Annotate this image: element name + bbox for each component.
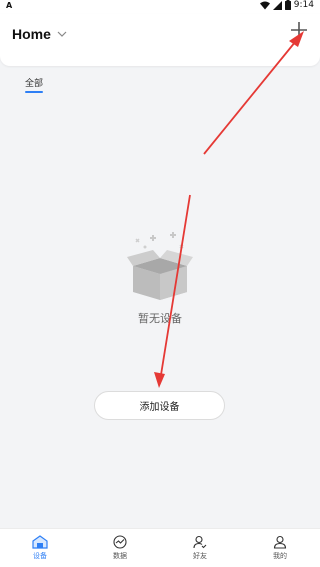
data-chart-icon [113, 535, 127, 549]
status-bar: A 9:14 [0, 0, 320, 14]
profile-icon [273, 535, 287, 549]
battery-icon [284, 0, 291, 10]
add-button[interactable] [289, 20, 309, 40]
annotation-arrowhead-lower [154, 372, 165, 388]
empty-box-icon [127, 232, 193, 300]
tab-active-indicator [25, 91, 43, 93]
empty-state-text: 暂无设备 [138, 312, 182, 325]
status-right-group: 9:14 [259, 0, 314, 10]
status-time: 9:14 [293, 0, 314, 10]
status-notification-icon: A [6, 1, 13, 10]
nav-profile[interactable]: 我的 [240, 529, 320, 567]
nav-data-label: 数据 [113, 552, 127, 560]
plus-icon [291, 22, 307, 38]
nav-devices[interactable]: 设备 [0, 529, 80, 567]
nav-devices-label: 设备 [33, 552, 47, 560]
nav-friends-label: 好友 [193, 552, 207, 560]
add-device-button[interactable]: 添加设备 [94, 391, 225, 420]
nav-profile-label: 我的 [273, 552, 287, 560]
wifi-icon [259, 1, 270, 9]
nav-data[interactable]: 数据 [80, 529, 160, 567]
bottom-nav: 设备 数据 好友 我的 [0, 528, 320, 567]
friends-icon [193, 535, 207, 549]
nav-friends[interactable]: 好友 [160, 529, 240, 567]
home-device-icon [32, 535, 48, 549]
chevron-down-icon[interactable] [57, 31, 67, 37]
home-selector-title[interactable]: Home [12, 26, 51, 42]
tab-all[interactable]: 全部 [25, 76, 43, 89]
signal-icon [272, 0, 282, 10]
